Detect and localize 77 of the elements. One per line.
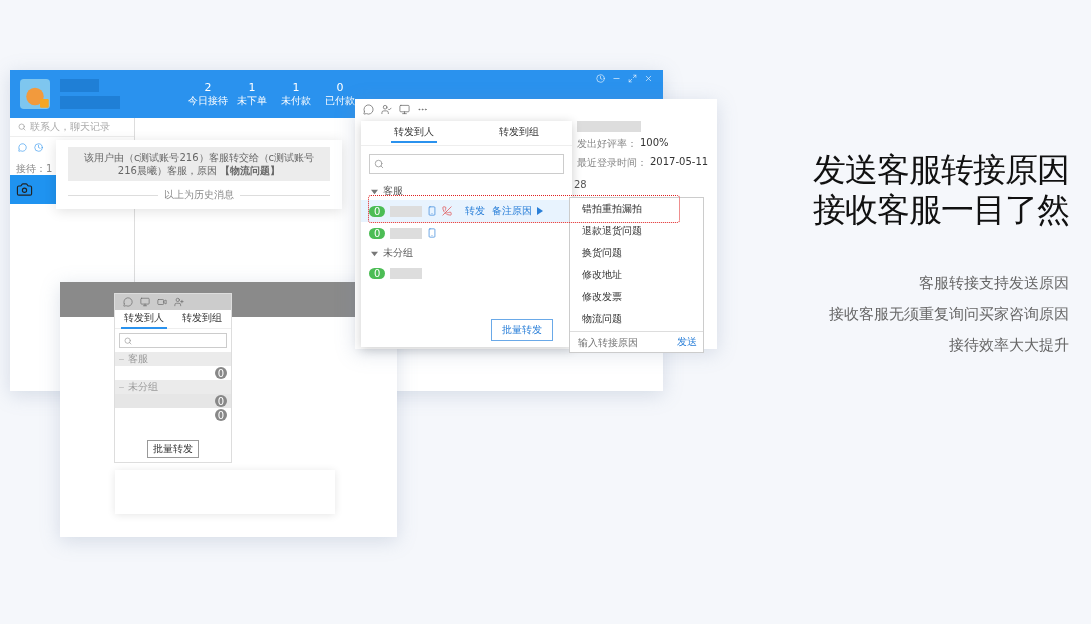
camera-icon[interactable]: [16, 181, 33, 198]
redacted-name-bar: [390, 205, 423, 217]
search-icon: [124, 336, 132, 345]
headline: 发送客服转接原因: [813, 150, 1069, 190]
hang-up-icon[interactable]: [442, 206, 453, 216]
tab[interactable]: 转发到人: [121, 309, 167, 329]
chat-icon[interactable]: [363, 103, 374, 115]
search-field[interactable]: [369, 154, 564, 174]
stat-label: 未下单: [237, 93, 267, 108]
screen-icon[interactable]: [399, 103, 410, 115]
video-icon[interactable]: [157, 297, 167, 307]
menu-item[interactable]: 退款退货问题: [570, 220, 703, 242]
redacted-name-bar: [390, 227, 423, 239]
stat-label: 今日接待: [188, 93, 228, 108]
count-badge: 0: [369, 227, 386, 239]
stat-value: 2: [204, 80, 212, 94]
caret-icon[interactable]: [371, 249, 378, 257]
count-badge: 0: [215, 367, 227, 379]
stat-value: 0: [336, 80, 344, 94]
redacted-name-bar: [60, 79, 99, 92]
stat-label: 已付款: [325, 93, 355, 108]
transfer-notice: 该用户由（c测试账号216）客服转交给（c测试账号216晨曦）客服，原因 【物流问题】: [68, 147, 330, 181]
count-badge: 0: [215, 395, 227, 407]
triangle-icon: [537, 207, 544, 215]
stat-value: 1: [248, 80, 256, 94]
menu-item[interactable]: 换货问题: [570, 242, 703, 264]
avatar-icon: [20, 79, 50, 109]
feature-text: 接待效率大大提升: [949, 335, 1069, 356]
caret-icon[interactable]: [371, 187, 378, 195]
profile-label: 发出好评率：: [577, 137, 637, 151]
menu-item[interactable]: 修改发票: [570, 286, 703, 308]
menu-item[interactable]: 修改地址: [570, 264, 703, 286]
history-divider: 以上为历史消息: [164, 188, 234, 202]
redacted-name-bar: [577, 121, 641, 132]
profile-label: 最近登录时间：: [577, 156, 647, 170]
user-icon[interactable]: [381, 103, 392, 115]
count-badge: 0: [369, 267, 386, 279]
profile-value: 2017-05-11: [650, 156, 709, 169]
feature-text: 接收客服无须重复询问买家咨询原因: [829, 304, 1069, 325]
redacted-name-bar: [60, 96, 120, 109]
clock-icon[interactable]: [34, 142, 43, 152]
member-row[interactable]: 0 转发 备注原因: [361, 200, 572, 222]
chat-icon[interactable]: [123, 297, 133, 307]
tab[interactable]: 转发到组: [496, 123, 543, 143]
tab[interactable]: 转发到人: [390, 123, 437, 143]
batch-forward-button[interactable]: 批量转发: [147, 440, 199, 458]
headline: 接收客服一目了然: [813, 190, 1069, 230]
tab[interactable]: 转发到组: [179, 309, 225, 329]
action-link[interactable]: 备注原因: [492, 204, 533, 218]
maximize-icon[interactable]: [628, 74, 637, 83]
count-badge: 0: [215, 409, 227, 421]
search-field[interactable]: [119, 333, 227, 348]
profile-value: 28: [574, 179, 587, 190]
screen-icon[interactable]: [140, 297, 150, 307]
stat-label: 未付款: [281, 93, 311, 108]
redacted-name-bar: [390, 267, 423, 279]
reception-count: 接待：1: [16, 163, 53, 174]
group-label: 未分组: [128, 380, 158, 394]
search-icon: [18, 123, 26, 131]
send-button[interactable]: 发送: [677, 335, 703, 349]
close-icon[interactable]: [644, 74, 653, 83]
group-label: 未分组: [383, 246, 413, 260]
menu-item[interactable]: 错拍重拍漏拍: [570, 198, 703, 220]
add-user-icon[interactable]: [174, 297, 184, 307]
menu-item[interactable]: 物流问题: [570, 308, 703, 330]
profile-value: 100%: [640, 137, 669, 150]
batch-forward-button[interactable]: 批量转发: [491, 319, 553, 341]
feature-text: 客服转接支持发送原因: [919, 273, 1069, 294]
stat-value: 1: [292, 80, 300, 94]
phone-icon[interactable]: [427, 228, 438, 238]
group-label: 客服: [128, 352, 148, 366]
group-label: 客服: [383, 184, 403, 198]
count-badge: 0: [369, 205, 386, 217]
search-icon: [374, 159, 384, 169]
phone-icon[interactable]: [427, 206, 438, 216]
chat-icon[interactable]: [18, 142, 27, 152]
action-link[interactable]: 转发: [465, 204, 486, 218]
